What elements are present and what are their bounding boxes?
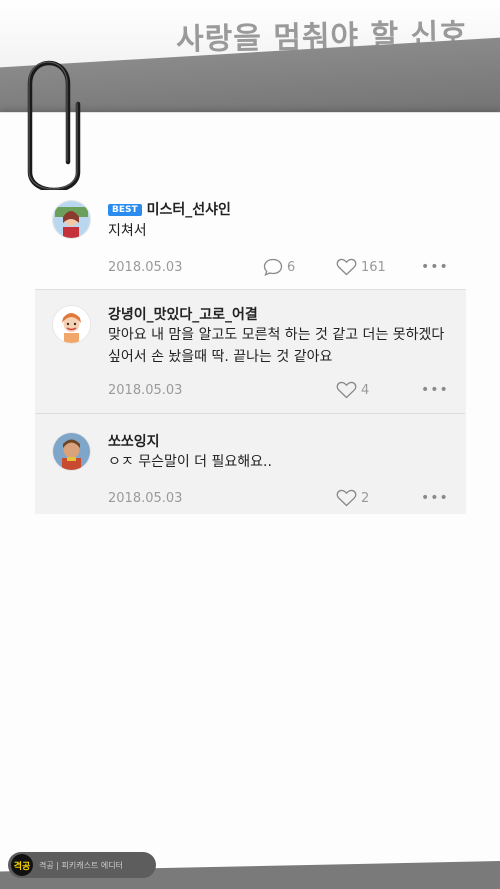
heart-icon [336,258,357,276]
comment-date: 2018.05.03 [108,383,183,398]
comment-date: 2018.05.03 [108,491,183,506]
page: 사랑을 멈춰야 할 신호 BEST미스터_선샤인 지쳐서 2018.05.03 [0,0,500,889]
comment-text: ㅇㅈ 무슨말이 더 필요해요.. [108,454,272,470]
heart-icon [336,381,357,399]
like-count: 4 [361,382,370,398]
comment-text: 맞아요 내 맘을 알고도 모른척 하는 것 같고 더는 못하겠다 싶어서 손 놨… [108,327,445,365]
like-count: 2 [361,490,370,506]
editor-badge[interactable]: 격공 격공 | 피키캐스트 에디터 [8,852,156,878]
comment-author[interactable]: 강녕이_맛있다_고로_어결 [108,304,258,324]
comment-best: BEST 미스터_선샤인 지쳐서 2018.05.03 6 161 ••• [35,190,465,286]
like-button[interactable]: 161 [336,258,386,276]
comment-author[interactable]: 쏘쏘잉지 [108,431,160,451]
like-count: 161 [361,259,386,275]
avatar[interactable] [52,200,91,239]
badge-text: 격공 | 피키캐스트 에디터 [39,860,123,870]
author-name: 미스터_선샤인 [146,202,231,218]
paperclip-icon [27,60,81,193]
more-options-icon[interactable]: ••• [421,259,449,275]
like-button[interactable]: 4 [336,381,369,399]
avatar[interactable] [52,305,91,344]
comment-author[interactable]: BEST 미스터_선샤인 [108,199,231,219]
avatar-image [53,306,90,343]
avatar-image [53,433,90,470]
like-button[interactable]: 2 [336,489,369,507]
heart-icon [336,489,357,507]
brand-logo: 격공 [11,854,33,876]
more-options-icon[interactable]: ••• [421,382,449,398]
reply-count: 6 [287,259,296,275]
avatar-image [53,201,90,238]
reply-list: 강녕이_맛있다_고로_어결 맞아요 내 맘을 알고도 모른척 하는 것 같고 더… [35,289,466,514]
speech-bubble-icon [263,258,283,276]
comment-date: 2018.05.03 [108,260,183,275]
best-badge: BEST [108,204,142,216]
reply-button[interactable]: 6 [263,258,295,276]
more-options-icon[interactable]: ••• [421,490,449,506]
avatar[interactable] [52,432,91,471]
reply-item: 쏘쏘잉지 ㅇㅈ 무슨말이 더 필요해요.. 2018.05.03 2 ••• [35,413,465,514]
comment-text: 지쳐서 [108,223,147,239]
reply-item: 강녕이_맛있다_고로_어결 맞아요 내 맘을 알고도 모른척 하는 것 같고 더… [35,290,465,412]
